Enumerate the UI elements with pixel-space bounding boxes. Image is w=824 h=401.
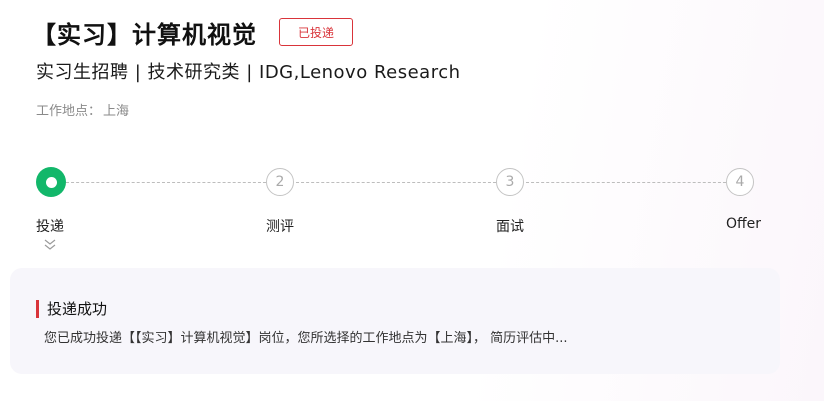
- title-row: 【实习】计算机视觉 已投递: [32, 16, 353, 49]
- location-label: 工作地点：: [36, 104, 102, 119]
- job-location: 工作地点： 上海: [36, 100, 129, 119]
- result-card: 投递成功 您已成功投递【【实习】计算机视觉】岗位，您所选择的工作地点为【上海】，…: [10, 268, 780, 374]
- result-message: 您已成功投递【【实习】计算机视觉】岗位，您所选择的工作地点为【上海】， 简历评估…: [44, 331, 568, 346]
- location-value: 上海: [103, 104, 130, 119]
- step-3-label: 面试: [496, 219, 524, 235]
- step-1-label: 投递: [36, 219, 64, 235]
- step-4-label: Offer: [726, 216, 762, 232]
- step-2-indicator: 2: [266, 168, 294, 196]
- progress-steps: 2 3 4 投递 测评 面试 Offer: [0, 160, 824, 260]
- step-1-indicator: [36, 167, 66, 197]
- step-connector: [296, 182, 496, 183]
- active-dot-icon: [45, 176, 57, 188]
- job-subtitle: 实习生招聘 | 技术研究类 | IDG,Lenovo Research: [36, 62, 461, 83]
- job-title: 【实习】计算机视觉: [32, 20, 257, 49]
- step-4-indicator: 4: [726, 168, 754, 196]
- step-connector: [526, 182, 726, 183]
- step-2-label: 测评: [266, 219, 294, 235]
- step-connector: [66, 182, 266, 183]
- step-3-indicator: 3: [496, 168, 524, 196]
- application-status-button[interactable]: 已投递: [279, 18, 353, 46]
- result-title: 投递成功: [36, 300, 107, 318]
- chevron-double-down-icon[interactable]: [43, 238, 57, 252]
